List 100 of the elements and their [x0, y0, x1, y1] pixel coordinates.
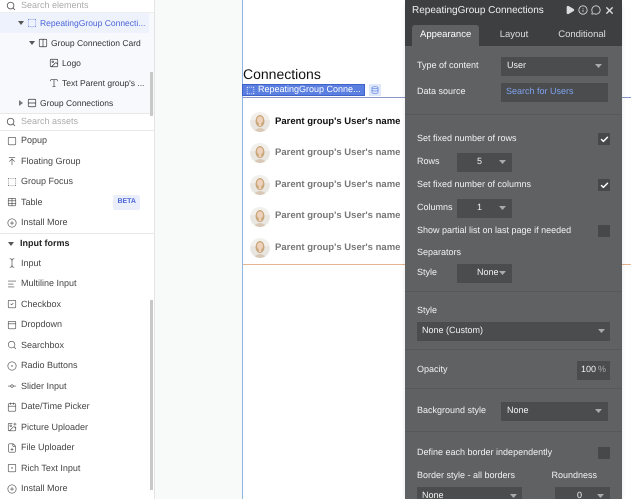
- tree-item[interactable]: Group Connections: [0, 93, 149, 113]
- dropdown-arrow-icon: [499, 271, 506, 275]
- play-icon[interactable]: [565, 5, 575, 15]
- search-icon: [6, 116, 16, 127]
- dropdown[interactable]: 1: [457, 198, 512, 218]
- search-field[interactable]: Search elements: [21, 0, 131, 12]
- field-label: Opacity: [417, 363, 448, 376]
- field-label: Border style - all borders: [417, 469, 516, 482]
- asset-item[interactable]: Popup: [0, 130, 148, 151]
- element-label[interactable]: RepeatingGroup Conne...: [242, 84, 365, 96]
- search-icon: [7, 340, 17, 350]
- comment-icon[interactable]: [591, 5, 601, 15]
- asset-item[interactable]: Input: [0, 253, 148, 274]
- database-button[interactable]: [368, 84, 381, 96]
- dropdown[interactable]: None (Custom): [417, 322, 610, 340]
- user-name: Parent group's User's name: [275, 178, 400, 192]
- checkbox[interactable]: [598, 133, 610, 145]
- dropdown-arrow-icon: [595, 409, 602, 413]
- user-name: Parent group's User's name: [275, 241, 400, 256]
- dropdown-arrow-icon: [598, 329, 605, 333]
- dropdown[interactable]: None: [457, 264, 512, 282]
- asset-item[interactable]: Install More: [0, 212, 148, 233]
- text-icon: [49, 78, 59, 88]
- calendar-icon: [7, 402, 17, 412]
- option-label: Set fixed number of columns: [417, 178, 532, 192]
- plus-circle-icon: [7, 218, 17, 228]
- repeating-group-icon: [27, 18, 37, 28]
- multiline-icon: [7, 278, 17, 289]
- asset-item[interactable]: Install More: [0, 478, 148, 499]
- tree-item[interactable]: Group Connection Card: [0, 33, 149, 53]
- asset-item[interactable]: Rich Text Input: [0, 458, 148, 478]
- asset-item[interactable]: Date/Time Picker: [0, 396, 148, 417]
- user-name: Parent group's User's name: [275, 114, 400, 129]
- asset-item[interactable]: File Uploader: [0, 438, 148, 458]
- caret-icon[interactable]: [18, 20, 24, 26]
- dropdown[interactable]: User: [501, 56, 608, 76]
- checkbox[interactable]: [598, 179, 610, 191]
- panel-title: RepeatingGroup Connections: [412, 4, 544, 18]
- asset-item[interactable]: Radio Buttons: [0, 356, 148, 376]
- info-icon[interactable]: [578, 5, 588, 15]
- repeating-group-icon: [246, 86, 255, 94]
- asset-item[interactable]: Slider Input: [0, 376, 148, 396]
- opacity-field[interactable]: 100 %: [576, 360, 610, 380]
- field-label: Style: [417, 266, 438, 280]
- panel-tab[interactable]: Conditional: [549, 25, 615, 46]
- tree-item[interactable]: Text Parent group's ...: [0, 73, 149, 93]
- dropdown-arrow-icon: [597, 494, 604, 498]
- database-icon: [370, 86, 379, 94]
- image-icon: [49, 58, 59, 68]
- dropdown[interactable]: None: [501, 402, 608, 420]
- checkbox[interactable]: [598, 447, 610, 459]
- page-heading: Connections: [243, 66, 322, 83]
- user-name: Parent group's User's name: [275, 209, 400, 224]
- checkbox-icon: [7, 299, 17, 310]
- tree-item[interactable]: RepeatingGroup Connecti...: [0, 13, 149, 33]
- popup-icon: [7, 136, 17, 146]
- asset-item[interactable]: Picture Uploader: [0, 417, 148, 438]
- rich-text-icon: [7, 463, 17, 474]
- caret-icon[interactable]: [8, 240, 14, 246]
- group-icon: [38, 38, 48, 48]
- asset-item[interactable]: Searchbox: [0, 335, 148, 356]
- search-icon: [6, 1, 16, 11]
- field-label: Data source: [417, 85, 467, 98]
- file-upload-icon: [7, 442, 17, 453]
- asset-item[interactable]: Dropdown: [0, 314, 148, 335]
- checkbox[interactable]: [598, 225, 610, 237]
- section-label: Style: [417, 304, 438, 317]
- field-label: Columns: [417, 201, 454, 214]
- field-label: Rows: [417, 155, 441, 168]
- input-icon: [7, 258, 17, 268]
- check-icon: [600, 180, 608, 190]
- asset-item[interactable]: Group Focus: [0, 172, 148, 192]
- caret-icon[interactable]: [29, 40, 35, 46]
- category-header[interactable]: Input forms: [0, 233, 154, 253]
- panel-tab[interactable]: Appearance: [412, 25, 479, 46]
- asset-item[interactable]: Floating Group: [0, 151, 148, 172]
- dropdown-arrow-icon: [595, 64, 602, 68]
- picture-upload-icon: [7, 422, 17, 432]
- option-label: Define each border independently: [417, 446, 552, 460]
- floating-group-icon: [7, 156, 17, 166]
- caret-icon[interactable]: [18, 100, 24, 106]
- panel-tab[interactable]: Layout: [481, 25, 547, 46]
- tree-item[interactable]: Logo: [0, 53, 149, 73]
- field-label: Background style: [417, 404, 488, 418]
- field-label: Roundness: [551, 469, 597, 482]
- search-field[interactable]: Search assets: [21, 116, 131, 128]
- plus-circle-icon: [7, 484, 17, 494]
- table-icon: [7, 197, 17, 208]
- asset-item[interactable]: Checkbox: [0, 294, 148, 314]
- dropdown-arrow-icon: [510, 494, 517, 498]
- user-name: Parent group's User's name: [275, 146, 400, 160]
- group-icon: [27, 98, 37, 108]
- close-icon[interactable]: [604, 4, 615, 16]
- option-label: Show partial list on last page if needed: [417, 224, 572, 238]
- dropdown[interactable]: None: [417, 487, 522, 499]
- dropdown[interactable]: 5: [457, 152, 512, 172]
- asset-item[interactable]: Multiline Input: [0, 274, 148, 294]
- dropdown-arrow-icon: [499, 206, 506, 210]
- dropdown[interactable]: 0: [555, 487, 610, 499]
- section-label: Separators: [417, 246, 462, 259]
